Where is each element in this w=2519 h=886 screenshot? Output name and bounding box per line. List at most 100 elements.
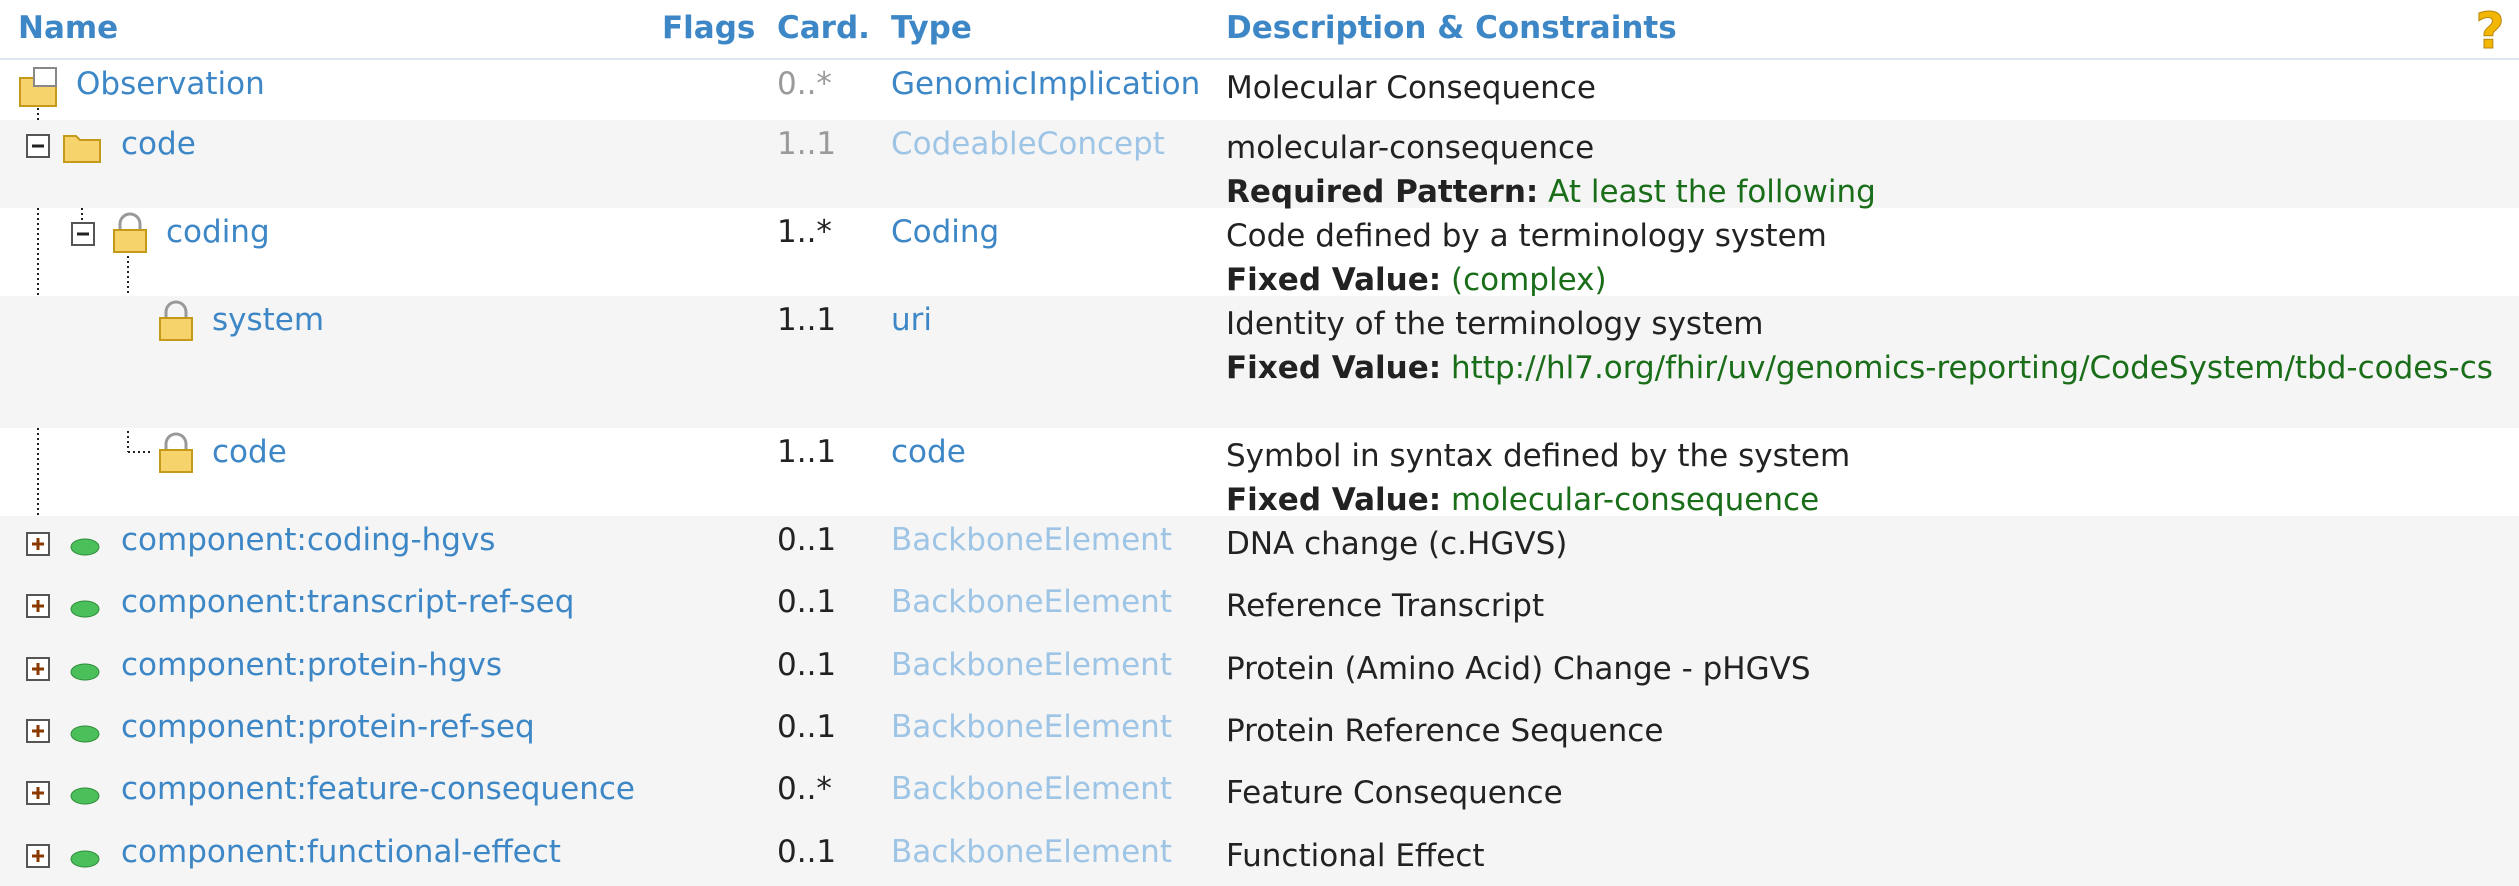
cardinality: 0..*: [777, 771, 832, 807]
type-link[interactable]: BackboneElement: [891, 771, 1172, 807]
type-link[interactable]: GenomicImplication: [891, 66, 1200, 102]
element-icon: [70, 850, 100, 868]
description-text: molecular-consequence: [1226, 130, 1595, 166]
header-flags: Flags: [662, 10, 756, 46]
element-name-link[interactable]: code: [212, 434, 287, 470]
constraint-label: Fixed Value:: [1226, 482, 1442, 518]
description-text: Code defined by a terminology system: [1226, 218, 1827, 254]
description: Functional Effect: [1226, 834, 2501, 878]
cardinality: 1..*: [777, 214, 832, 250]
constraint-label: Fixed Value:: [1226, 262, 1442, 298]
type-link[interactable]: Coding: [891, 214, 999, 250]
cardinality: 0..1: [777, 709, 837, 745]
constraint-value: molecular-consequence: [1451, 482, 1820, 518]
table-row-component: component:coding-hgvs 0..1 BackboneEleme…: [0, 516, 2519, 578]
element-name-link[interactable]: component:protein-hgvs: [121, 647, 502, 683]
help-icon[interactable]: ?: [2469, 6, 2511, 54]
type-link[interactable]: BackboneElement: [891, 834, 1172, 870]
expand-plus-icon[interactable]: [26, 781, 50, 805]
table-row-component: component:protein-hgvs 0..1 BackboneElem…: [0, 641, 2519, 703]
expand-plus-icon[interactable]: [26, 532, 50, 556]
table-row-component: component:transcript-ref-seq 0..1 Backbo…: [0, 578, 2519, 641]
header-card: Card.: [777, 10, 870, 46]
element-icon: [70, 725, 100, 743]
table-row-coding: coding 1..* Coding Code defined by a ter…: [0, 208, 2519, 298]
description: Reference Transcript: [1226, 584, 2501, 628]
folder-icon: [62, 130, 102, 164]
type-link[interactable]: uri: [891, 302, 932, 338]
table-row-code-fixed: code 1..1 code Symbol in syntax defined …: [0, 428, 2519, 518]
cardinality: 1..1: [777, 434, 837, 470]
table-row-component: component:feature-consequence 0..* Backb…: [0, 765, 2519, 828]
cardinality: 0..1: [777, 522, 837, 558]
collapse-minus-icon[interactable]: [26, 134, 50, 158]
element-name-link[interactable]: component:functional-effect: [121, 834, 561, 870]
header-description: Description & Constraints: [1226, 10, 1677, 46]
constraint-value: (complex): [1451, 262, 1607, 298]
header-type: Type: [891, 10, 972, 46]
element-name-link[interactable]: component:coding-hgvs: [121, 522, 495, 558]
expand-plus-icon[interactable]: [26, 657, 50, 681]
constraint-value: At least the following: [1548, 174, 1876, 210]
cardinality: 0..1: [777, 584, 837, 620]
element-name-link[interactable]: component:protein-ref-seq: [121, 709, 535, 745]
element-icon: [70, 787, 100, 805]
description-text: Feature Consequence: [1226, 775, 1563, 811]
cardinality: 0..*: [777, 66, 832, 102]
cardinality: 1..1: [777, 302, 837, 338]
type-link[interactable]: BackboneElement: [891, 709, 1172, 745]
description: Protein Reference Sequence: [1226, 709, 2501, 753]
type-link[interactable]: code: [891, 434, 966, 470]
cardinality: 0..1: [777, 647, 837, 683]
description: Feature Consequence: [1226, 771, 2501, 815]
type-link[interactable]: BackboneElement: [891, 647, 1172, 683]
description-text: Functional Effect: [1226, 838, 1485, 874]
type-link[interactable]: BackboneElement: [891, 522, 1172, 558]
table-row-observation: Observation 0..* GenomicImplication Mole…: [0, 60, 2519, 120]
description: Identity of the terminology system Fixed…: [1226, 302, 2501, 390]
table-row-code: code 1..1 CodeableConcept molecular-cons…: [0, 120, 2519, 210]
type-link[interactable]: CodeableConcept: [891, 126, 1165, 162]
table-header: Name Flags Card. Type Description & Cons…: [0, 0, 2519, 60]
description: Protein (Amino Acid) Change - pHGVS: [1226, 647, 2501, 691]
description-text: Symbol in syntax defined by the system: [1226, 438, 1851, 474]
table-row-system: system 1..1 uri Identity of the terminol…: [0, 296, 2519, 428]
locked-folder-icon: [110, 212, 150, 254]
element-name-link[interactable]: code: [121, 126, 196, 162]
description: Symbol in syntax defined by the system F…: [1226, 434, 2501, 522]
table-row-component: component:protein-ref-seq 0..1 BackboneE…: [0, 703, 2519, 765]
resource-folder-icon: [18, 66, 62, 108]
element-name-link[interactable]: component:feature-consequence: [121, 771, 635, 807]
element-icon: [70, 600, 100, 618]
lock-icon: [156, 300, 196, 342]
element-name-link[interactable]: coding: [166, 214, 270, 250]
expand-plus-icon[interactable]: [26, 844, 50, 868]
description-text: DNA change (c.HGVS): [1226, 526, 1568, 562]
expand-plus-icon[interactable]: [26, 594, 50, 618]
table-row-component: component:functional-effect 0..1 Backbon…: [0, 828, 2519, 886]
lock-icon: [156, 432, 196, 474]
description-text: Protein Reference Sequence: [1226, 713, 1664, 749]
constraint-label: Fixed Value:: [1226, 350, 1442, 386]
type-link[interactable]: BackboneElement: [891, 584, 1172, 620]
collapse-minus-icon[interactable]: [71, 222, 95, 246]
description: Molecular Consequence: [1226, 66, 2501, 110]
description-text: Protein (Amino Acid) Change - pHGVS: [1226, 651, 1811, 687]
element-icon: [70, 663, 100, 681]
element-icon: [70, 538, 100, 556]
description: molecular-consequence Required Pattern: …: [1226, 126, 2501, 214]
element-name-link[interactable]: component:transcript-ref-seq: [121, 584, 574, 620]
description: DNA change (c.HGVS): [1226, 522, 2501, 566]
expand-plus-icon[interactable]: [26, 719, 50, 743]
description-text: Molecular Consequence: [1226, 70, 1596, 106]
cardinality: 1..1: [777, 126, 837, 162]
description: Code defined by a terminology system Fix…: [1226, 214, 2501, 302]
cardinality: 0..1: [777, 834, 837, 870]
description-text: Identity of the terminology system: [1226, 306, 1764, 342]
description-text: Reference Transcript: [1226, 588, 1545, 624]
constraint-label: Required Pattern:: [1226, 174, 1539, 210]
constraint-value-link[interactable]: http://hl7.org/fhir/uv/genomics-reportin…: [1451, 350, 2493, 386]
element-name-link[interactable]: Observation: [76, 66, 265, 102]
svg-text:?: ?: [2475, 6, 2504, 54]
element-name-link[interactable]: system: [212, 302, 324, 338]
